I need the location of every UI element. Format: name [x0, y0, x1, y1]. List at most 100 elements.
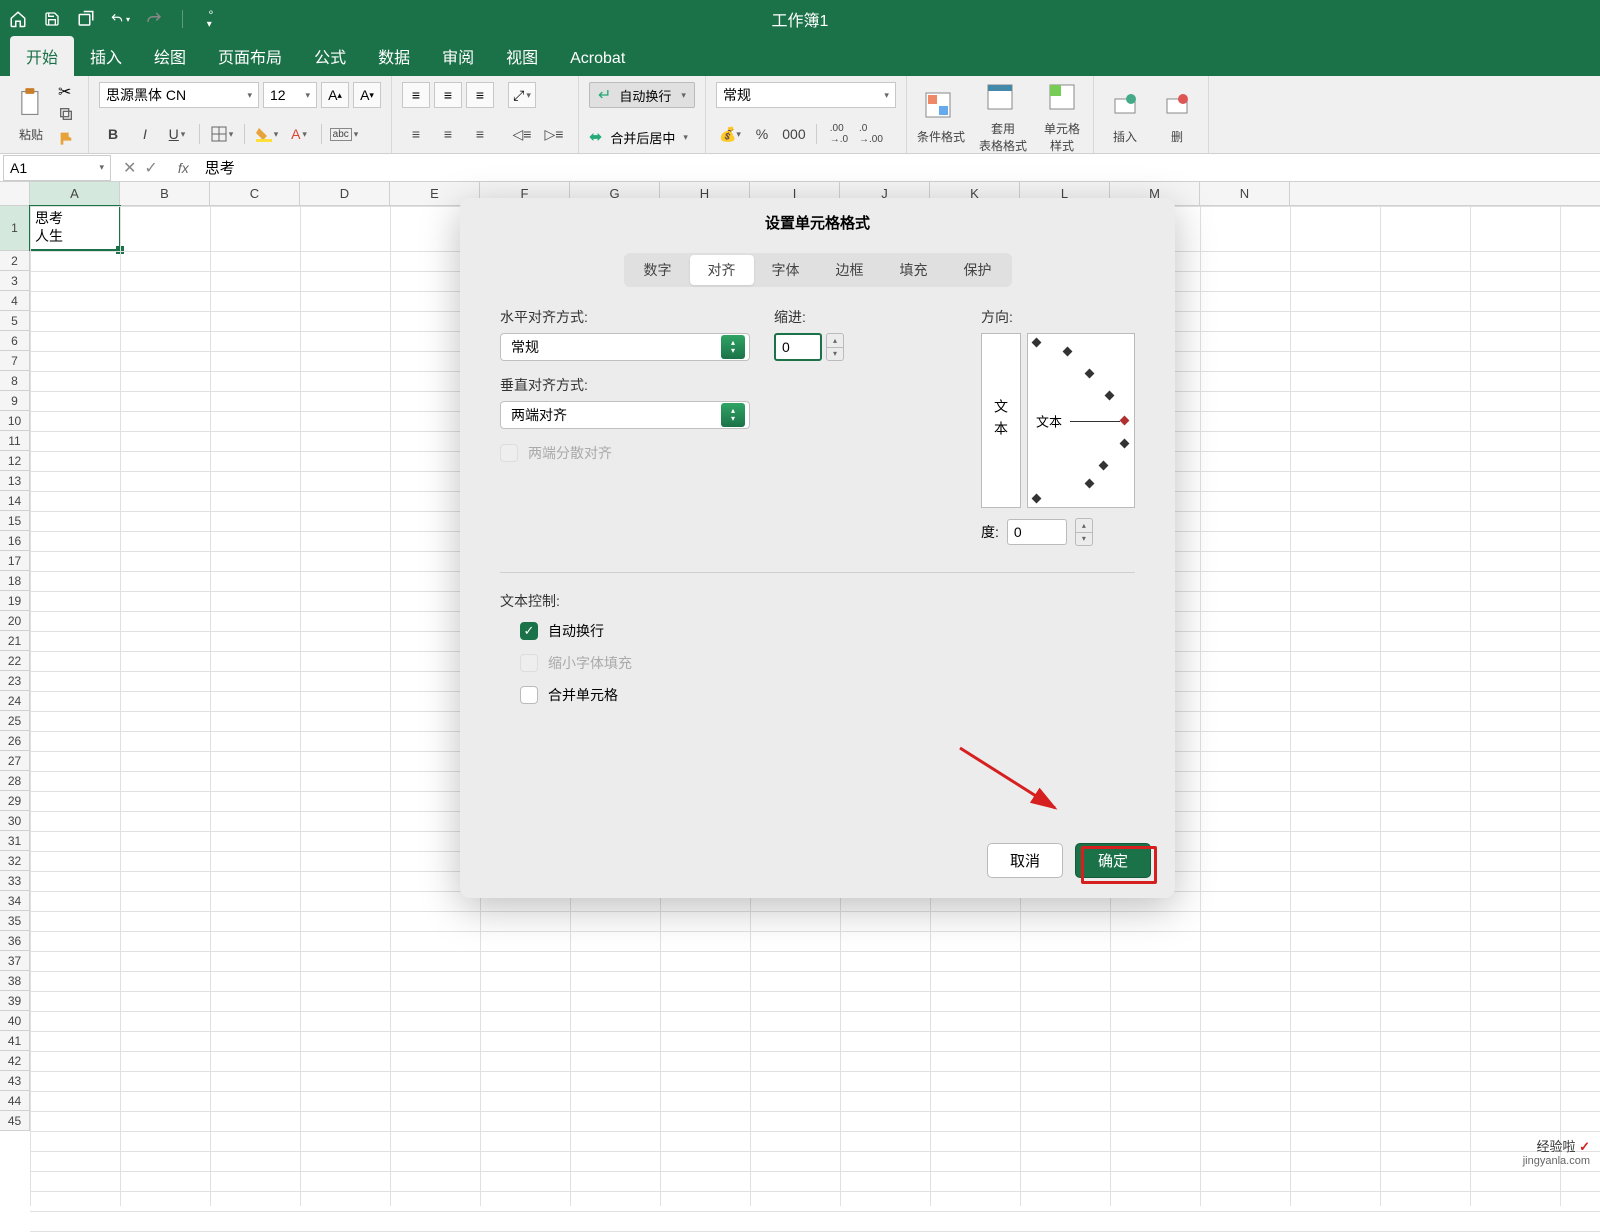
- copy-icon[interactable]: [58, 106, 78, 124]
- row-header[interactable]: 16: [0, 531, 29, 551]
- row-header[interactable]: 37: [0, 951, 29, 971]
- underline-button[interactable]: U▾: [163, 121, 191, 147]
- degree-input[interactable]: [1007, 519, 1067, 545]
- row-header[interactable]: 13: [0, 471, 29, 491]
- decrease-font-icon[interactable]: A▾: [353, 82, 381, 108]
- row-header[interactable]: 35: [0, 911, 29, 931]
- tab-page-layout[interactable]: 页面布局: [202, 36, 298, 76]
- formula-input[interactable]: 思考: [197, 157, 235, 178]
- dtab-number[interactable]: 数字: [626, 255, 690, 285]
- dtab-font[interactable]: 字体: [754, 255, 818, 285]
- row-header[interactable]: 29: [0, 791, 29, 811]
- tab-review[interactable]: 审阅: [426, 36, 490, 76]
- row-header[interactable]: 17: [0, 551, 29, 571]
- tab-data[interactable]: 数据: [362, 36, 426, 76]
- row-header[interactable]: 41: [0, 1031, 29, 1051]
- col-header-B[interactable]: B: [120, 182, 210, 205]
- row-header[interactable]: 9: [0, 391, 29, 411]
- row-header[interactable]: 32: [0, 851, 29, 871]
- tab-home[interactable]: 开始: [10, 36, 74, 76]
- row-header[interactable]: 28: [0, 771, 29, 791]
- increase-font-icon[interactable]: A▴: [321, 82, 349, 108]
- row-header[interactable]: 31: [0, 831, 29, 851]
- row-header[interactable]: 18: [0, 571, 29, 591]
- currency-icon[interactable]: 💰▾: [716, 121, 744, 147]
- bold-button[interactable]: B: [99, 121, 127, 147]
- name-box[interactable]: A1▾: [3, 155, 111, 181]
- italic-button[interactable]: I: [131, 121, 159, 147]
- insert-cells-button[interactable]: [1104, 84, 1146, 126]
- row-header[interactable]: 45: [0, 1111, 29, 1131]
- saveas-icon[interactable]: [76, 9, 96, 29]
- increase-indent-icon[interactable]: ▷≡: [540, 121, 568, 147]
- conditional-format-button[interactable]: [917, 84, 959, 126]
- wrap-text-button[interactable]: 自动换行: [619, 86, 671, 105]
- undo-icon[interactable]: ▾: [110, 9, 130, 29]
- row-header[interactable]: 25: [0, 711, 29, 731]
- save-icon[interactable]: [42, 9, 62, 29]
- align-center-icon[interactable]: ≡: [434, 121, 462, 147]
- dtab-protection[interactable]: 保护: [946, 255, 1010, 285]
- row-header[interactable]: 5: [0, 311, 29, 331]
- row-header[interactable]: 30: [0, 811, 29, 831]
- customize-qat-icon[interactable]: ⚬▾: [201, 9, 221, 29]
- cancel-button[interactable]: 取消: [987, 843, 1063, 878]
- phonetic-button[interactable]: abc▾: [330, 121, 358, 147]
- degree-spinner[interactable]: ▴▾: [1075, 518, 1093, 546]
- row-header[interactable]: 7: [0, 351, 29, 371]
- align-left-icon[interactable]: ≡: [402, 121, 430, 147]
- merge-button[interactable]: 合并后居中: [610, 128, 675, 147]
- row-header[interactable]: 14: [0, 491, 29, 511]
- col-header-N[interactable]: N: [1200, 182, 1290, 205]
- align-top-icon[interactable]: ≡: [402, 82, 430, 108]
- font-size-select[interactable]: 12▾: [263, 82, 317, 108]
- tab-draw[interactable]: 绘图: [138, 36, 202, 76]
- row-header[interactable]: 19: [0, 591, 29, 611]
- fx-icon[interactable]: fx: [170, 160, 197, 176]
- comma-icon[interactable]: 000: [780, 121, 808, 147]
- row-header[interactable]: 3: [0, 271, 29, 291]
- dtab-border[interactable]: 边框: [818, 255, 882, 285]
- tab-insert[interactable]: 插入: [74, 36, 138, 76]
- row-header[interactable]: 33: [0, 871, 29, 891]
- align-middle-icon[interactable]: ≡: [434, 82, 462, 108]
- row-header[interactable]: 23: [0, 671, 29, 691]
- tab-formulas[interactable]: 公式: [298, 36, 362, 76]
- row-header[interactable]: 12: [0, 451, 29, 471]
- col-header-A[interactable]: A: [30, 182, 120, 205]
- format-painter-icon[interactable]: [58, 130, 78, 148]
- align-right-icon[interactable]: ≡: [466, 121, 494, 147]
- orientation-vertical-button[interactable]: 文本: [981, 333, 1021, 508]
- row-header[interactable]: 20: [0, 611, 29, 631]
- row-header[interactable]: 10: [0, 411, 29, 431]
- indent-spinner[interactable]: ▴▾: [826, 333, 844, 361]
- row-header[interactable]: 43: [0, 1071, 29, 1091]
- wrap-text-checkbox[interactable]: ✓: [520, 622, 538, 640]
- fill-color-button[interactable]: ▾: [253, 121, 281, 147]
- active-cell-a1[interactable]: 思考 人生: [29, 205, 121, 251]
- col-header-D[interactable]: D: [300, 182, 390, 205]
- row-header[interactable]: 15: [0, 511, 29, 531]
- row-header[interactable]: 6: [0, 331, 29, 351]
- row-header[interactable]: 40: [0, 1011, 29, 1031]
- enter-formula-icon[interactable]: ✓: [144, 158, 157, 178]
- row-header[interactable]: 27: [0, 751, 29, 771]
- row-header[interactable]: 1: [0, 206, 29, 251]
- home-icon[interactable]: [8, 9, 28, 29]
- cut-icon[interactable]: ✂: [58, 82, 78, 100]
- row-header[interactable]: 22: [0, 651, 29, 671]
- redo-icon[interactable]: [144, 9, 164, 29]
- ok-button[interactable]: 确定: [1075, 843, 1151, 878]
- tab-view[interactable]: 视图: [490, 36, 554, 76]
- percent-icon[interactable]: %: [748, 121, 776, 147]
- format-table-button[interactable]: [979, 76, 1021, 118]
- dtab-fill[interactable]: 填充: [882, 255, 946, 285]
- decrease-decimal-icon[interactable]: .0→.00: [857, 121, 885, 147]
- row-header[interactable]: 44: [0, 1091, 29, 1111]
- row-header[interactable]: 2: [0, 251, 29, 271]
- number-format-select[interactable]: 常规▾: [716, 82, 896, 108]
- row-header[interactable]: 24: [0, 691, 29, 711]
- row-header[interactable]: 39: [0, 991, 29, 1011]
- row-header[interactable]: 34: [0, 891, 29, 911]
- col-header-C[interactable]: C: [210, 182, 300, 205]
